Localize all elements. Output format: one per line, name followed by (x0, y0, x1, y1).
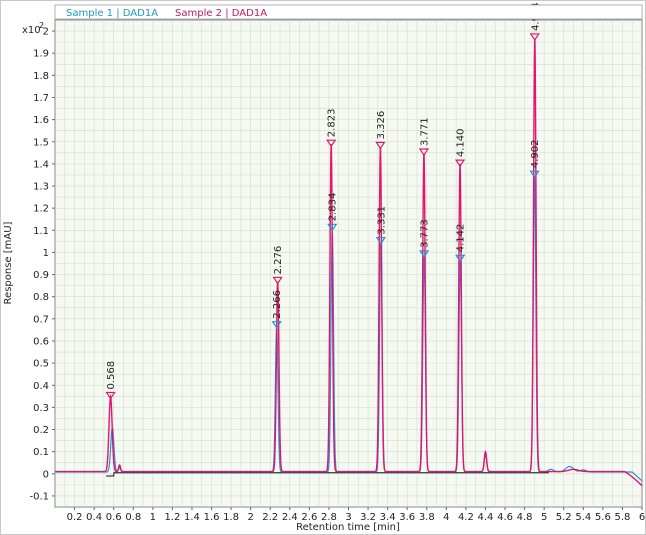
x-tick-label: 4.2 (458, 512, 474, 523)
grid (55, 20, 642, 507)
x-tick-label: 2.2 (262, 512, 278, 523)
y-tick-label: 0.2 (33, 425, 49, 436)
x-tick-label: 5.4 (575, 512, 591, 523)
peak-label-sample-2: 2.823 (327, 109, 338, 138)
x-tick-label: 0.2 (67, 512, 83, 523)
peak-label-sample-1: 3.773 (420, 219, 431, 248)
x-tick-label: 5 (541, 512, 547, 523)
peak-label-sample-2: 0.568 (106, 361, 117, 390)
peak-label-sample-2: 3.326 (376, 111, 387, 140)
peak-label-sample-1: 2.266 (272, 290, 283, 319)
y-tick-label: 0 (43, 469, 49, 480)
x-tick-label: 5.6 (595, 512, 611, 523)
y-tick-label: 1 (43, 248, 49, 259)
y-tick-label: 1.9 (33, 49, 49, 60)
x-tick-label: 5.2 (556, 512, 572, 523)
x-tick-label: 5.8 (614, 512, 630, 523)
y-tick-label: 0.1 (33, 447, 49, 458)
x-tick-label: 4.4 (478, 512, 494, 523)
y-tick-label: 1.2 (33, 204, 49, 215)
y-tick-label: 1.1 (33, 226, 49, 237)
y-tick-label: 1.3 (33, 182, 49, 193)
peak-label-sample-1: 2.834 (328, 193, 339, 222)
x-tick-label: 0.4 (86, 512, 102, 523)
y-tick-label: 1.4 (33, 159, 49, 170)
y-tick-label: 0.4 (33, 381, 49, 392)
y-multiplier-exponent: 2 (39, 21, 44, 30)
x-tick-label: 1.6 (204, 512, 220, 523)
y-tick-label: 1.5 (33, 137, 49, 148)
y-axis-title: Response [mAU] (3, 221, 14, 304)
x-tick-label: 1.8 (223, 512, 239, 523)
y-tick-label: 1.6 (33, 115, 49, 126)
x-tick-label: 3.8 (419, 512, 435, 523)
peak-label-sample-1: 3.331 (376, 206, 387, 235)
x-tick-label: 1.4 (184, 512, 200, 523)
y-tick-label: 0.9 (33, 270, 49, 281)
x-tick-label: 1 (150, 512, 156, 523)
y-tick-label: -0.1 (29, 491, 49, 502)
y-tick-label: 1.8 (33, 71, 49, 82)
y-tick-label: 0.3 (33, 403, 49, 414)
y-tick-label: 0.8 (33, 292, 49, 303)
legend-entry-sample-2: Sample 2 | DAD1A (175, 8, 267, 19)
chart-svg: -0.1 0 0.1 0.2 0.3 0.4 0.5 0.6 0.7 0.8 0.9 1 1.1 1.2 1… (0, 0, 646, 535)
x-tick-label: 1.2 (164, 512, 180, 523)
x-tick-label: 4.8 (517, 512, 533, 523)
y-tick-label: 0.6 (33, 336, 49, 347)
y-tick-label: 0.7 (33, 314, 49, 325)
peak-label-sample-1: 4.902 (530, 140, 541, 169)
peak-label-sample-2: 4.140 (456, 128, 467, 157)
peak-label-sample-1: 4.142 (456, 224, 467, 253)
chromatogram-chart: -0.1 0 0.1 0.2 0.3 0.4 0.5 0.6 0.7 0.8 0.9 1 1.1 1.2 1… (0, 0, 646, 535)
y-tick-label: 1.7 (33, 93, 49, 104)
x-tick-label: 6 (639, 512, 645, 523)
legend-entry-sample-1: Sample 1 | DAD1A (66, 8, 158, 19)
y-multiplier: x10 (22, 25, 41, 36)
x-tick-label: 3.6 (399, 512, 415, 523)
x-tick-label: 4 (443, 512, 449, 523)
x-tick-label: 2 (247, 512, 253, 523)
peak-label-sample-2: 2.276 (273, 246, 284, 275)
x-axis-title: Retention time [min] (296, 522, 400, 533)
x-tick-label: 4.6 (497, 512, 513, 523)
peak-label-sample-2: 3.771 (419, 117, 430, 146)
x-tick-label: 0.8 (125, 512, 141, 523)
y-tick-label: 0.5 (33, 359, 49, 370)
x-tick-label: 0.6 (106, 512, 122, 523)
